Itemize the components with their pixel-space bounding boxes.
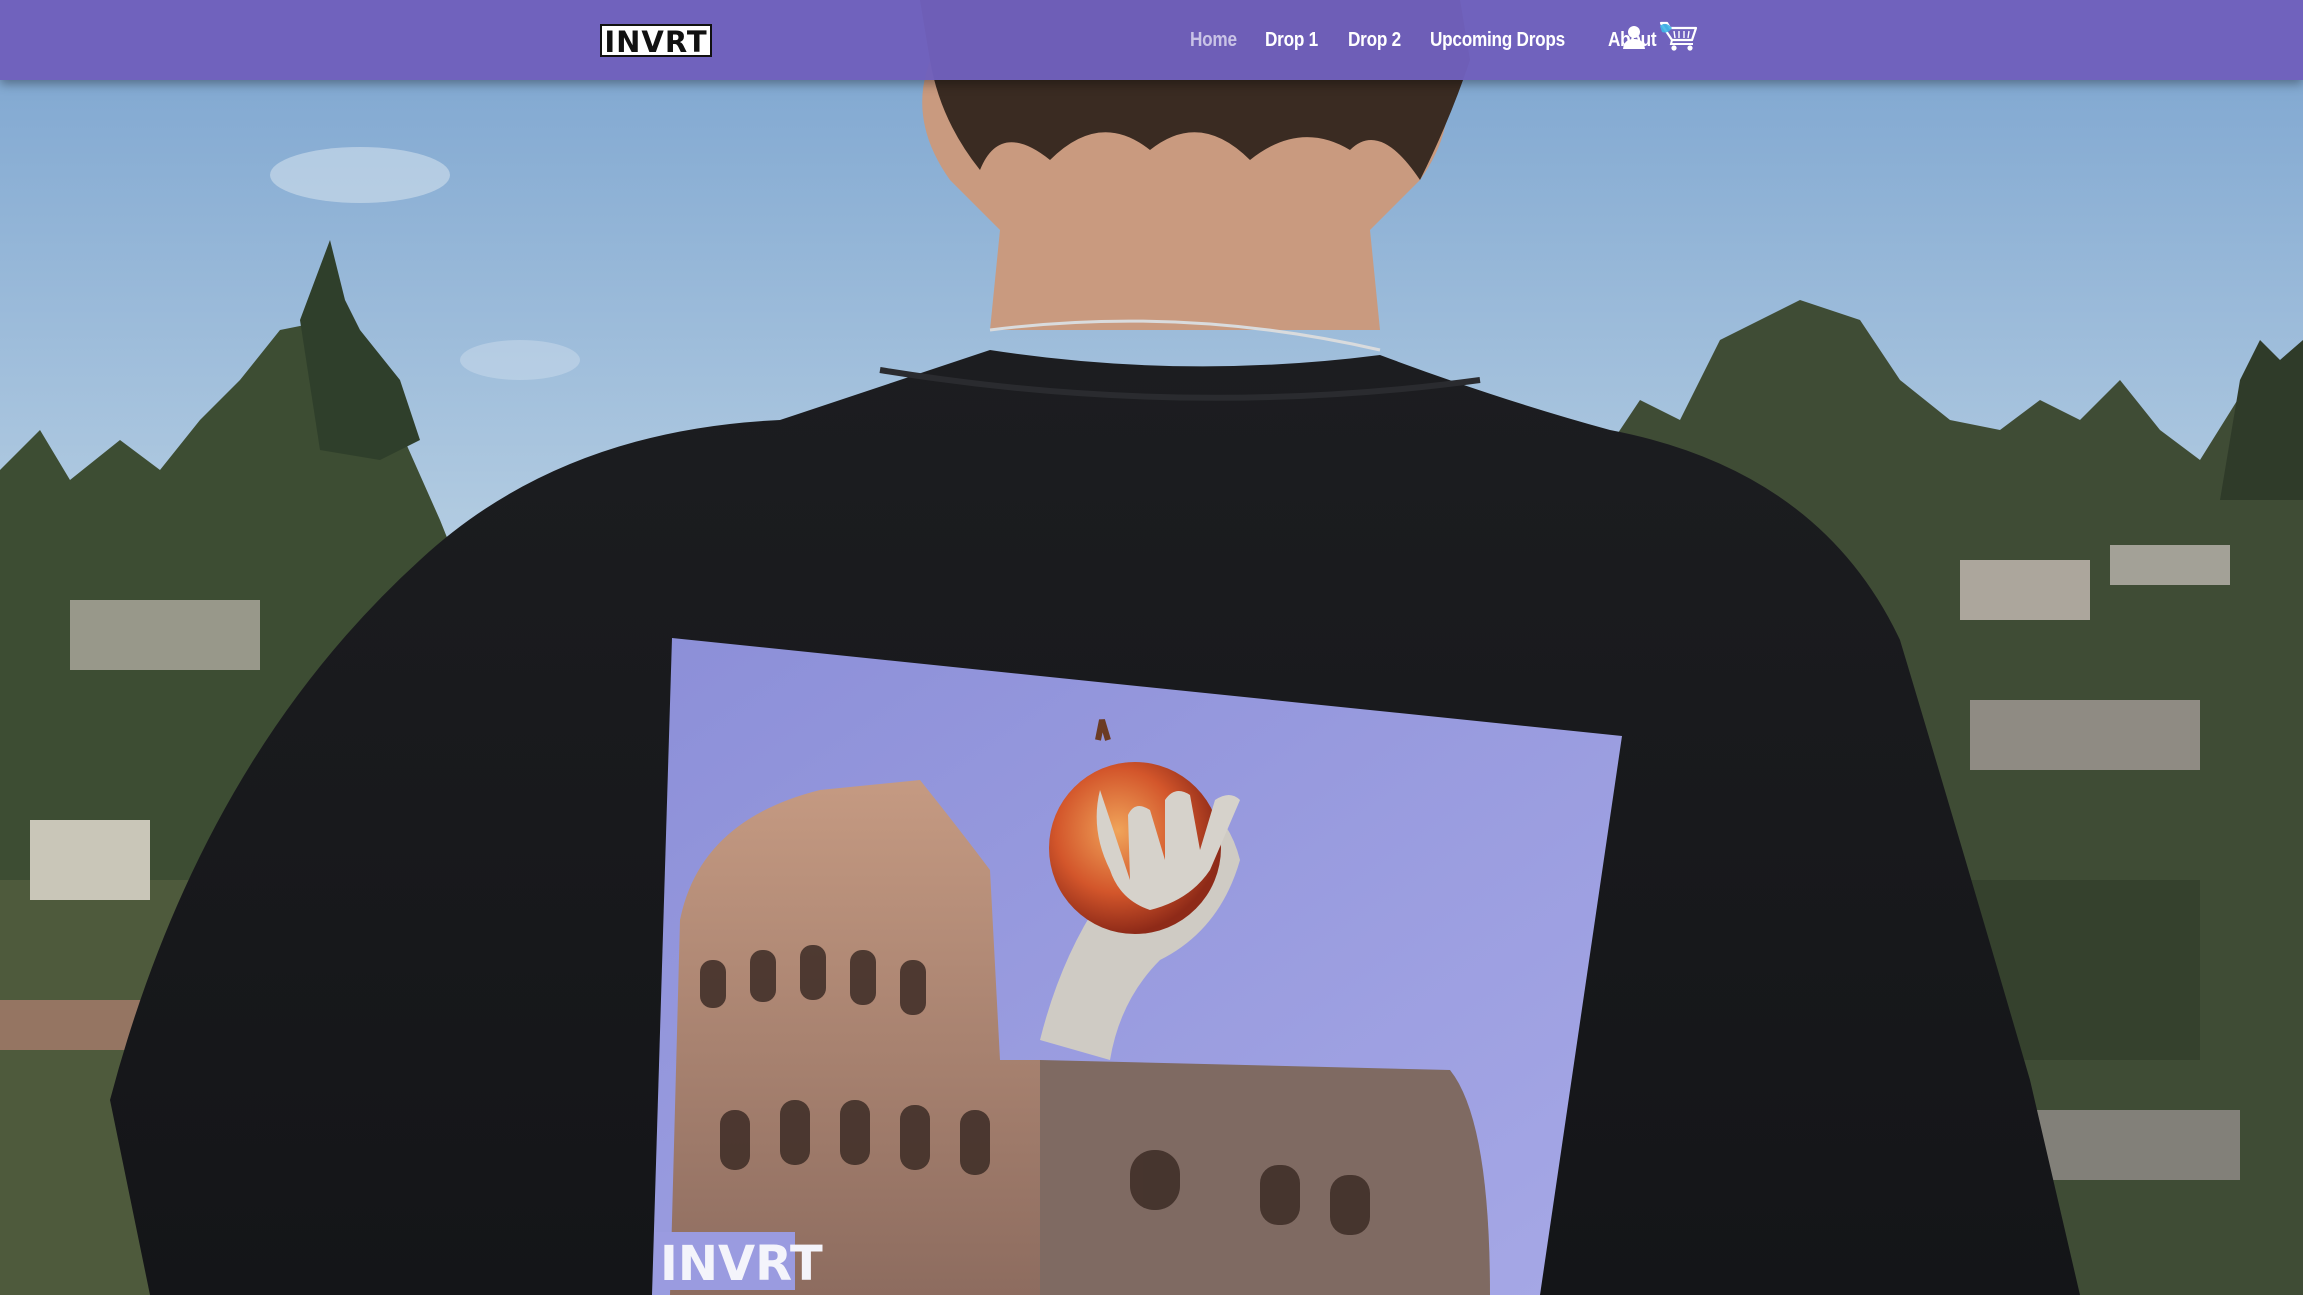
nav-item-drop-1[interactable]: Drop 1 [1265, 29, 1318, 52]
top-navbar: INVRT Home Drop 1 Drop 2 Upcoming Drops … [0, 0, 2303, 80]
nav-item-drop-2[interactable]: Drop 2 [1348, 29, 1401, 52]
user-icon[interactable] [1621, 24, 1647, 50]
shopping-cart-icon[interactable] [1658, 20, 1700, 52]
shirt-print-logo-text: INVRT [660, 1236, 823, 1292]
nav-menu: Home Drop 1 Drop 2 Upcoming Drops About [1190, 0, 1686, 80]
nav-item-upcoming-drops[interactable]: Upcoming Drops [1430, 29, 1565, 52]
hero-photo-illustration: INVRT [0, 0, 2303, 1295]
nav-item-home[interactable]: Home [1190, 29, 1237, 52]
hero-photo: INVRT [0, 0, 2303, 1295]
brand-logo[interactable]: INVRT [600, 24, 712, 59]
